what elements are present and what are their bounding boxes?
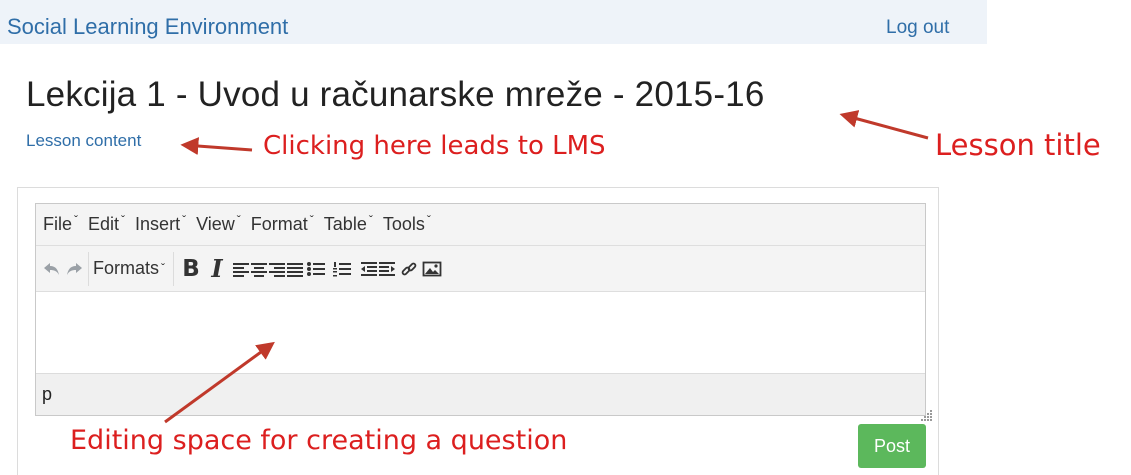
- menu-label: View: [196, 214, 235, 234]
- annotation-lms: Clicking here leads to LMS: [263, 131, 606, 161]
- bullet-list-icon[interactable]: [306, 254, 326, 284]
- numbered-list-icon[interactable]: [332, 254, 352, 284]
- align-justify-icon[interactable]: [286, 254, 304, 284]
- caret-icon: ˇ: [161, 260, 166, 275]
- menu-label: File: [43, 214, 73, 234]
- bold-icon[interactable]: B: [182, 254, 200, 284]
- undo-icon[interactable]: [42, 254, 62, 284]
- annotation-lesson-title: Lesson title: [935, 128, 1101, 162]
- caret-icon: ˇ: [426, 213, 431, 227]
- caret-icon: ˇ: [236, 213, 241, 227]
- menu-label: Edit: [88, 214, 120, 234]
- caret-icon: ˇ: [182, 213, 187, 227]
- toolbar-divider: [88, 251, 89, 286]
- caret-icon: ˇ: [368, 213, 373, 227]
- post-button[interactable]: Post: [858, 424, 926, 468]
- menu-insert[interactable]: Insert ˇ: [135, 213, 187, 235]
- menu-view[interactable]: View ˇ: [196, 213, 241, 235]
- redo-icon[interactable]: [64, 254, 84, 284]
- arrow-to-lesson-title: [839, 110, 929, 140]
- editor-statusbar: p: [36, 373, 925, 415]
- arrow-to-lesson-content: [180, 137, 253, 156]
- formats-dropdown[interactable]: Formats ˇ: [93, 254, 165, 284]
- menu-label: Table: [323, 214, 367, 234]
- caret-icon: ˇ: [121, 213, 126, 227]
- caret-icon: ˇ: [74, 213, 79, 227]
- element-path[interactable]: p: [42, 384, 52, 405]
- lesson-title: Lekcija 1 - Uvod u računarske mreže - 20…: [26, 75, 765, 114]
- menu-label: Tools: [382, 214, 425, 234]
- align-right-icon[interactable]: [268, 254, 286, 284]
- rich-text-editor: File ˇ Edit ˇ Insert ˇ View ˇ Format ˇ Table ˇ…: [35, 203, 926, 416]
- resize-handle-icon[interactable]: [919, 408, 933, 422]
- top-navbar: Social Learning Environment Log out: [0, 0, 987, 44]
- indent-icon[interactable]: [378, 254, 396, 284]
- menu-edit[interactable]: Edit ˇ: [88, 213, 126, 235]
- lesson-content-link[interactable]: Lesson content: [26, 131, 141, 151]
- logout-link[interactable]: Log out: [886, 17, 949, 39]
- image-icon[interactable]: [422, 254, 442, 284]
- italic-icon[interactable]: I: [208, 254, 226, 284]
- menu-format[interactable]: Format ˇ: [250, 213, 314, 235]
- link-icon[interactable]: [400, 254, 418, 284]
- toolbar-divider: [173, 251, 175, 286]
- brand-link[interactable]: Social Learning Environment: [7, 14, 288, 40]
- editor-toolbar: Formats ˇ B I: [36, 246, 925, 292]
- outdent-icon[interactable]: [360, 254, 378, 284]
- formats-label: Formats: [93, 258, 160, 278]
- annotation-editing-space: Editing space for creating a question: [70, 425, 568, 456]
- menu-tools[interactable]: Tools ˇ: [382, 213, 431, 235]
- menu-label: Insert: [135, 214, 181, 234]
- align-left-icon[interactable]: [232, 254, 250, 284]
- editor-menubar: File ˇ Edit ˇ Insert ˇ View ˇ Format ˇ Table ˇ…: [36, 204, 925, 246]
- menu-table[interactable]: Table ˇ: [323, 213, 373, 235]
- menu-label: Format: [250, 214, 308, 234]
- menu-file[interactable]: File ˇ: [43, 213, 79, 235]
- editing-area[interactable]: [36, 292, 925, 373]
- align-center-icon[interactable]: [250, 254, 268, 284]
- caret-icon: ˇ: [309, 213, 314, 227]
